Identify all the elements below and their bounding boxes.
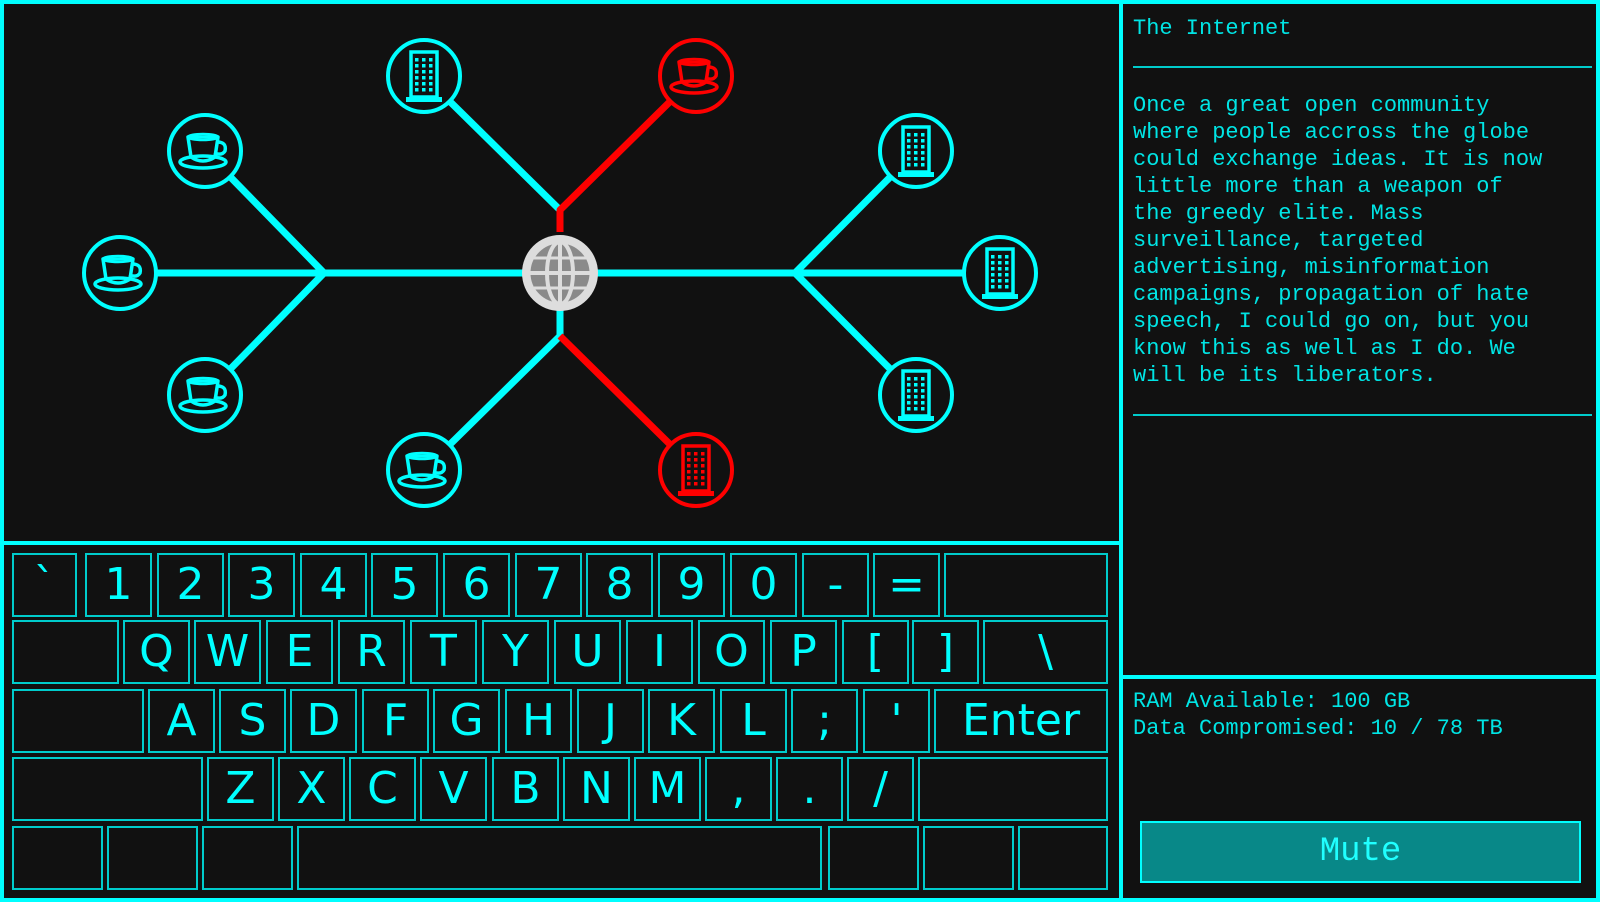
info-divider-top	[1133, 66, 1592, 68]
key-t[interactable]: T	[410, 620, 477, 684]
key-9[interactable]: 9	[658, 553, 725, 617]
info-divider-bottom	[1133, 414, 1592, 416]
office-building-icon[interactable]	[386, 38, 462, 114]
key-left-shift[interactable]	[12, 757, 203, 821]
key-y[interactable]: Y	[482, 620, 549, 684]
key-right-shift[interactable]	[918, 757, 1108, 821]
key-1[interactable]: 1	[85, 553, 152, 617]
network-map-panel	[0, 0, 1123, 545]
globe-icon[interactable]	[522, 235, 598, 311]
key-right-ctrl[interactable]	[1018, 826, 1108, 890]
key-comma[interactable]: ,	[705, 757, 772, 821]
key-s[interactable]: S	[219, 689, 286, 753]
key-g[interactable]: G	[433, 689, 500, 753]
mute-button[interactable]: Mute	[1140, 821, 1581, 883]
key-0[interactable]: 0	[730, 553, 797, 617]
stats-panel: RAM Available: 100 GB Data Compromised: …	[1119, 675, 1600, 902]
key-equals[interactable]: =	[873, 553, 940, 617]
network-map	[82, 38, 1038, 508]
key-m[interactable]: M	[634, 757, 701, 821]
key-a[interactable]: A	[148, 689, 215, 753]
key-d[interactable]: D	[290, 689, 357, 753]
key-5[interactable]: 5	[371, 553, 438, 617]
info-title: The Internet	[1133, 16, 1292, 41]
office-building-icon[interactable]	[658, 432, 734, 508]
key-n[interactable]: N	[563, 757, 630, 821]
key-left-ctrl[interactable]	[12, 826, 103, 890]
coffee-cup-icon[interactable]	[167, 113, 243, 189]
key-7[interactable]: 7	[515, 553, 582, 617]
coffee-cup-icon[interactable]	[386, 432, 462, 508]
keyboard-panel: ` 1 2 3 4 5 6 7 8 9 0- = Q W E R T Y U I O P[] \ A S D F G H J K L; ' Ent…	[0, 541, 1123, 902]
key-z[interactable]: Z	[207, 757, 274, 821]
key-i[interactable]: I	[626, 620, 693, 684]
key-4[interactable]: 4	[300, 553, 367, 617]
key-2[interactable]: 2	[157, 553, 224, 617]
key-c[interactable]: C	[349, 757, 416, 821]
key-backtick[interactable]: `	[12, 553, 77, 617]
key-q[interactable]: Q	[123, 620, 190, 684]
coffee-cup-icon[interactable]	[167, 357, 243, 433]
office-building-icon[interactable]	[878, 357, 954, 433]
key-u[interactable]: U	[554, 620, 621, 684]
key-w[interactable]: W	[194, 620, 261, 684]
key-apostrophe[interactable]: '	[863, 689, 930, 753]
key-8[interactable]: 8	[586, 553, 653, 617]
key-b[interactable]: B	[492, 757, 559, 821]
info-description: Once a great open community where people…	[1133, 93, 1543, 388]
key-j[interactable]: J	[577, 689, 644, 753]
key-backspace[interactable]	[944, 553, 1108, 617]
key-l[interactable]: L	[720, 689, 787, 753]
key-left-alt[interactable]	[107, 826, 198, 890]
key-period[interactable]: .	[776, 757, 843, 821]
key-left-meta[interactable]	[202, 826, 293, 890]
key-6[interactable]: 6	[443, 553, 510, 617]
office-building-icon[interactable]	[962, 235, 1038, 311]
key-h[interactable]: H	[505, 689, 572, 753]
key-p[interactable]: P	[770, 620, 837, 684]
key-left-bracket[interactable]: [	[842, 620, 909, 684]
data-compromised-text: Data Compromised: 10 / 78 TB	[1133, 716, 1503, 741]
key-minus[interactable]: -	[802, 553, 869, 617]
key-enter[interactable]: Enter	[934, 689, 1108, 753]
key-tab[interactable]	[12, 620, 119, 684]
key-x[interactable]: X	[278, 757, 345, 821]
key-k[interactable]: K	[648, 689, 715, 753]
coffee-cup-icon[interactable]	[82, 235, 158, 311]
key-menu[interactable]	[923, 826, 1014, 890]
key-o[interactable]: O	[698, 620, 765, 684]
office-building-icon[interactable]	[878, 113, 954, 189]
key-v[interactable]: V	[420, 757, 487, 821]
key-e[interactable]: E	[266, 620, 333, 684]
info-panel: The Internet Once a great open community…	[1119, 0, 1600, 679]
key-r[interactable]: R	[338, 620, 405, 684]
key-3[interactable]: 3	[228, 553, 295, 617]
key-right-bracket[interactable]: ]	[912, 620, 979, 684]
key-semicolon[interactable]: ;	[791, 689, 858, 753]
key-right-alt[interactable]	[828, 826, 919, 890]
key-caps-lock[interactable]	[12, 689, 144, 753]
key-space[interactable]	[297, 826, 822, 890]
coffee-cup-icon[interactable]	[658, 38, 734, 114]
key-backslash[interactable]: \	[983, 620, 1108, 684]
ram-available-text: RAM Available: 100 GB	[1133, 689, 1411, 714]
key-slash[interactable]: /	[847, 757, 914, 821]
key-f[interactable]: F	[362, 689, 429, 753]
